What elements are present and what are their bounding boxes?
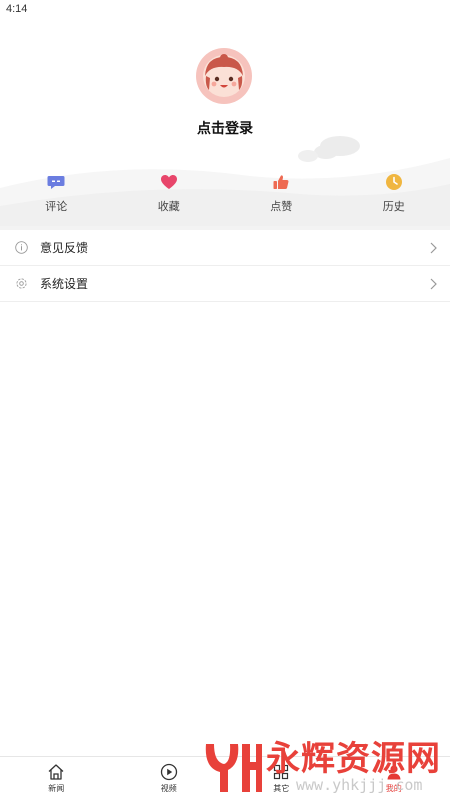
chevron-right-icon [430, 242, 437, 254]
gear-icon [14, 277, 28, 291]
nav-tab-other[interactable]: 其它 [225, 757, 338, 800]
user-avatar[interactable] [196, 48, 252, 104]
user-icon [385, 763, 403, 781]
nav-label: 视频 [160, 784, 177, 793]
play-icon [160, 763, 178, 781]
nav-label: 我的 [385, 784, 402, 793]
quick-action-label: 评论 [45, 201, 68, 213]
nav-label: 新闻 [48, 784, 65, 793]
chevron-right-icon [430, 278, 437, 290]
cartoon-girl-avatar-icon [203, 54, 245, 97]
quick-action-label: 点赞 [270, 201, 293, 213]
home-icon [47, 763, 65, 781]
bottom-navigation: 新闻 视频 其它 我的 [0, 756, 450, 800]
status-bar: 4:14 [0, 0, 450, 18]
nav-tab-mine[interactable]: 我的 [338, 757, 450, 800]
quick-action-history[interactable]: 历史 [338, 172, 450, 220]
grid-icon [272, 763, 290, 781]
nav-label: 其它 [273, 784, 290, 793]
quick-action-favorites[interactable]: 收藏 [113, 172, 226, 220]
settings-menu: 意见反馈 系统设置 [0, 230, 450, 302]
nav-tab-video[interactable]: 视频 [113, 757, 226, 800]
quick-action-likes[interactable]: 点赞 [225, 172, 338, 220]
info-icon [14, 241, 28, 255]
quick-action-label: 收藏 [157, 201, 180, 213]
status-time: 4:14 [6, 3, 28, 15]
clock-icon [384, 172, 404, 192]
thumbs-up-icon [271, 172, 291, 192]
menu-item-settings[interactable]: 系统设置 [0, 266, 450, 302]
quick-action-label: 历史 [382, 201, 405, 213]
login-prompt[interactable]: 点击登录 [0, 118, 450, 138]
menu-item-label: 意见反馈 [40, 241, 89, 255]
menu-item-feedback[interactable]: 意见反馈 [0, 230, 450, 266]
menu-item-label: 系统设置 [40, 277, 89, 291]
comment-icon [46, 172, 66, 192]
quick-action-comments[interactable]: 评论 [0, 172, 113, 220]
quick-actions: 评论 收藏 点赞 历史 [0, 172, 450, 220]
heart-icon [159, 172, 179, 192]
nav-tab-news[interactable]: 新闻 [0, 757, 113, 800]
